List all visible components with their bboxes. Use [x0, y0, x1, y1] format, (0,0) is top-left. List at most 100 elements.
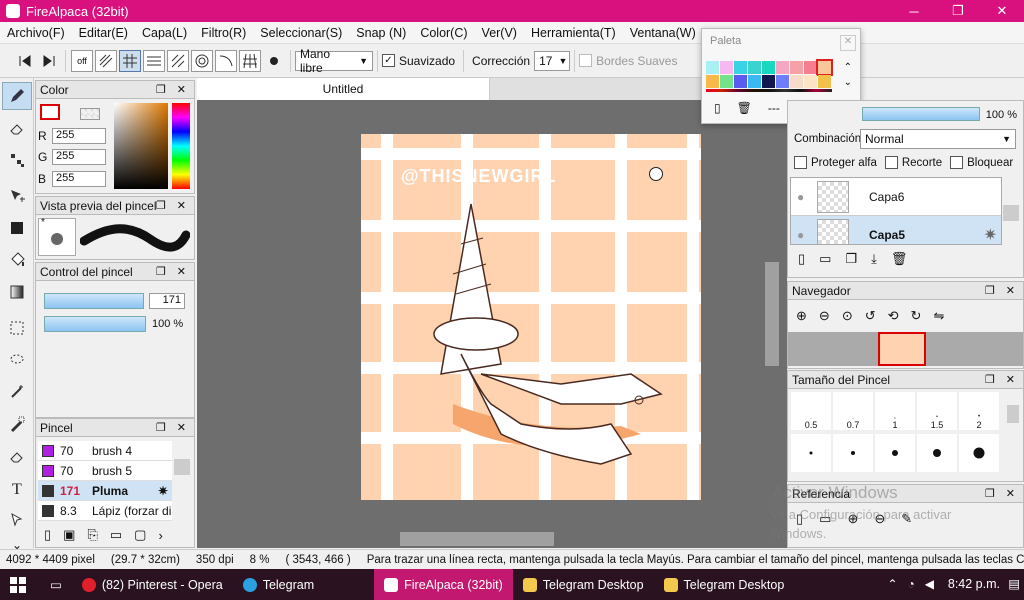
palette-swatch[interactable]: [776, 75, 789, 88]
snap-parallel-icon[interactable]: [95, 49, 117, 72]
new-reference-icon[interactable]: ▯: [796, 511, 803, 527]
eraser-tool-icon[interactable]: [2, 114, 32, 142]
taskbar-item-telegram-desktop-2[interactable]: Telegram Desktop: [654, 569, 795, 600]
brush-size-preset[interactable]: [917, 434, 957, 472]
layer-item-selected[interactable]: ● Capa5 ✷: [791, 216, 1001, 245]
text-tool-icon[interactable]: T: [2, 474, 32, 502]
new-layer-icon[interactable]: ▯: [798, 251, 805, 267]
b-input[interactable]: 255: [52, 171, 106, 187]
taskbar-item-telegram-desktop[interactable]: Telegram Desktop: [513, 569, 654, 600]
brush-size-preset[interactable]: • 2: [959, 392, 999, 430]
tab-untitled[interactable]: Untitled: [197, 78, 490, 100]
panel-controls-icon[interactable]: ❐ ✕: [156, 421, 190, 434]
brush-size-slider[interactable]: [44, 293, 144, 309]
palette-swatch[interactable]: [790, 75, 803, 88]
snap-perspective-icon[interactable]: [239, 49, 261, 72]
select-rect-tool-icon[interactable]: [2, 314, 32, 342]
minimize-button[interactable]: ─: [892, 0, 936, 22]
dot-tool-icon[interactable]: [2, 146, 32, 174]
brush-opacity-slider[interactable]: [44, 316, 146, 332]
prev-frame-icon[interactable]: [14, 50, 36, 72]
smoothing-checkbox[interactable]: ✓: [382, 54, 395, 67]
brush-item[interactable]: 70 brush 5: [38, 461, 172, 481]
brush-size-input[interactable]: 171: [149, 293, 185, 309]
snap-grid-icon[interactable]: [119, 49, 141, 72]
visibility-icon[interactable]: ●: [797, 228, 811, 242]
palette-swatch[interactable]: [734, 75, 747, 88]
menu-view[interactable]: Ver(V): [475, 26, 524, 40]
secondary-color-swatch[interactable]: [80, 108, 100, 120]
panel-controls-icon[interactable]: ❐ ✕: [985, 373, 1019, 386]
palette-swatch[interactable]: [804, 61, 817, 74]
merge-down-icon[interactable]: ⤓: [871, 251, 877, 267]
lasso-tool-icon[interactable]: [2, 346, 32, 374]
rotate-left-icon[interactable]: ↺: [865, 308, 876, 324]
magic-wand-tool-icon[interactable]: [2, 378, 32, 406]
brush-item-selected[interactable]: 171 Pluma ✷: [38, 481, 172, 501]
brush-size-preset[interactable]: • 0.5: [791, 392, 831, 430]
maximize-button[interactable]: ❐: [936, 0, 980, 22]
taskbar-item-firealpaca[interactable]: FireAlpaca (32bit): [374, 569, 513, 600]
move-tool-icon[interactable]: [2, 182, 32, 210]
hue-slider[interactable]: [172, 103, 190, 189]
blend-mode-select[interactable]: Normal ▼: [860, 129, 1016, 149]
palette-swatch[interactable]: [804, 75, 817, 88]
saturation-value-square[interactable]: [114, 103, 168, 189]
menu-file[interactable]: Archivo(F): [0, 26, 72, 40]
g-input[interactable]: 255: [52, 149, 106, 165]
gear-icon[interactable]: ✷: [158, 484, 168, 498]
palette-swatch[interactable]: [762, 61, 775, 74]
new-brush-icon[interactable]: ▯: [44, 527, 51, 543]
trash-icon[interactable]: 🗑: [891, 251, 908, 267]
pen-tool-icon[interactable]: [2, 82, 32, 110]
palette-swatch[interactable]: [706, 75, 719, 88]
correction-select[interactable]: 17 ▼: [534, 50, 571, 71]
brush-mode-select[interactable]: Mano libre ▼: [295, 47, 373, 75]
rotate-reset-icon[interactable]: ⟲: [888, 308, 899, 324]
menu-tool[interactable]: Herramienta(T): [524, 26, 623, 40]
palette-swatch[interactable]: [748, 61, 761, 74]
fill-rect-tool-icon[interactable]: [2, 214, 32, 242]
protect-alpha-checkbox[interactable]: [794, 156, 807, 169]
snap-lines-icon[interactable]: [143, 49, 165, 72]
chevron-down-icon[interactable]: ⌄: [844, 77, 852, 88]
bucket-tool-icon[interactable]: [2, 246, 32, 274]
clipping-checkbox[interactable]: [884, 156, 898, 169]
gear-icon[interactable]: ✷: [984, 225, 997, 245]
zoom-in-icon[interactable]: ⊕: [796, 308, 807, 324]
palette-swatch[interactable]: [790, 61, 803, 74]
panel-controls-icon[interactable]: ❐ ✕: [156, 265, 190, 278]
volume-icon[interactable]: ◀: [925, 577, 934, 591]
eyedropper-icon[interactable]: ✎: [901, 511, 912, 527]
duplicate-layer-icon[interactable]: ❐: [845, 251, 857, 267]
close-icon[interactable]: ✕: [840, 35, 856, 51]
layer-item[interactable]: ● Capa6: [791, 178, 1001, 216]
snap-point-icon[interactable]: [263, 50, 285, 72]
script-brush-icon[interactable]: ⎘: [87, 527, 97, 543]
brush-size-preset[interactable]: • 0.7: [833, 392, 873, 430]
palette-swatch[interactable]: [720, 75, 733, 88]
snap-circle-icon[interactable]: [191, 49, 213, 72]
menu-color[interactable]: Color(C): [413, 26, 474, 40]
new-folder-icon[interactable]: ▭: [819, 251, 831, 267]
palette-swatch[interactable]: [748, 75, 761, 88]
brush-size-preset[interactable]: [959, 434, 999, 472]
new-palette-icon[interactable]: ▯: [714, 101, 721, 115]
lock-checkbox[interactable]: [950, 156, 964, 169]
next-frame-icon[interactable]: [38, 50, 60, 72]
zoom-out-icon[interactable]: ⊖: [819, 308, 830, 324]
palette-swatch[interactable]: [816, 59, 833, 76]
open-reference-icon[interactable]: ▭: [819, 511, 831, 527]
brush-size-preset[interactable]: • 1.5: [917, 392, 957, 430]
palette-swatch[interactable]: [734, 61, 747, 74]
brush-size-scrollbar[interactable]: [1007, 405, 1019, 423]
brush-list-scrollbar[interactable]: [174, 459, 190, 475]
taskbar-item-telegram[interactable]: Telegram: [233, 569, 324, 600]
drawing-canvas[interactable]: @THISNEWGIRL: [361, 134, 701, 500]
brush-size-preset[interactable]: [791, 434, 831, 472]
menu-layer[interactable]: Capa(L): [135, 26, 194, 40]
brush-size-preset[interactable]: [833, 434, 873, 472]
horizontal-scrollbar[interactable]: [400, 532, 554, 546]
palette-swatch[interactable]: [706, 61, 719, 74]
panel-controls-icon[interactable]: ❐ ✕: [985, 284, 1019, 297]
